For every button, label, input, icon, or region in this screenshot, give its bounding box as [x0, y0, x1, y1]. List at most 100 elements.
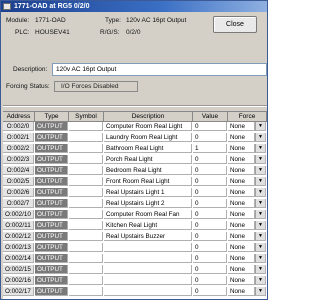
symbol-cell[interactable] — [69, 243, 103, 252]
description-cell[interactable]: Bedroom Real Light — [104, 166, 192, 175]
value-cell[interactable]: 0 — [193, 287, 227, 296]
column-header-type[interactable]: Type — [35, 112, 69, 121]
value-cell[interactable]: 0 — [193, 265, 227, 274]
force-cell[interactable]: None — [228, 254, 255, 263]
description-cell[interactable]: Real Upstairs Buzzer — [104, 232, 192, 241]
address-cell[interactable]: O:002/0 — [3, 122, 34, 131]
address-cell[interactable]: O:002/7 — [3, 199, 34, 208]
symbol-cell[interactable] — [69, 177, 103, 186]
chevron-down-icon[interactable]: ▼ — [255, 199, 266, 208]
symbol-cell[interactable] — [69, 133, 103, 142]
close-button[interactable]: Close — [213, 16, 257, 33]
description-cell[interactable]: Real Upstairs Light 2 — [104, 199, 192, 208]
symbol-cell[interactable] — [69, 188, 103, 197]
chevron-down-icon[interactable]: ▼ — [255, 287, 266, 296]
table-row[interactable]: O:002/5 OUTPUT Front Room Real Light 0 None ▼ — [3, 177, 267, 186]
table-row[interactable]: O:002/2 OUTPUT Bathroom Real Light 1 None ▼ — [3, 144, 267, 153]
symbol-cell[interactable] — [69, 199, 103, 208]
description-cell[interactable]: Laundry Room Real Light — [104, 133, 192, 142]
symbol-cell[interactable] — [69, 166, 103, 175]
value-cell[interactable]: 0 — [193, 254, 227, 263]
address-cell[interactable]: O:002/17 — [3, 287, 34, 296]
symbol-cell[interactable] — [69, 232, 103, 241]
column-header-address[interactable]: Address — [3, 112, 35, 121]
chevron-down-icon[interactable]: ▼ — [255, 133, 266, 142]
force-cell[interactable]: None — [228, 188, 255, 197]
symbol-cell[interactable] — [69, 254, 103, 263]
force-cell[interactable]: None — [228, 265, 255, 274]
chevron-down-icon[interactable]: ▼ — [255, 254, 266, 263]
description-cell[interactable]: Front Room Real Light — [104, 177, 192, 186]
table-row[interactable]: O:002/0 OUTPUT Computer Room Real Light 0 No… — [3, 122, 267, 131]
table-row[interactable]: O:002/14 OUTPUT 0 None ▼ — [3, 254, 267, 263]
table-row[interactable]: O:002/4 OUTPUT Bedroom Real Light 0 None ▼ — [3, 166, 267, 175]
address-cell[interactable]: O:002/11 — [3, 221, 34, 230]
title-bar[interactable]: 1771-OAD at RG5 0/2/0 — [1, 1, 267, 12]
value-cell[interactable]: 1 — [193, 144, 227, 153]
symbol-cell[interactable] — [69, 221, 103, 230]
value-cell[interactable]: 0 — [193, 243, 227, 252]
table-row[interactable]: O:002/3 OUTPUT Porch Real Light 0 None ▼ — [3, 155, 267, 164]
address-cell[interactable]: O:002/13 — [3, 243, 34, 252]
address-cell[interactable]: O:002/14 — [3, 254, 34, 263]
value-cell[interactable]: 0 — [193, 177, 227, 186]
force-cell[interactable]: None — [228, 166, 255, 175]
symbol-cell[interactable] — [69, 122, 103, 131]
table-row[interactable]: O:002/15 OUTPUT 0 None ▼ — [3, 265, 267, 274]
chevron-down-icon[interactable]: ▼ — [255, 221, 266, 230]
address-cell[interactable]: O:002/6 — [3, 188, 34, 197]
force-cell[interactable]: None — [228, 133, 255, 142]
value-cell[interactable]: 0 — [193, 276, 227, 285]
table-row[interactable]: O:002/17 OUTPUT 0 None ▼ — [3, 287, 267, 296]
description-cell[interactable]: Porch Real Light — [104, 155, 192, 164]
force-cell[interactable]: None — [228, 177, 255, 186]
value-cell[interactable]: 0 — [193, 133, 227, 142]
address-cell[interactable]: O:002/12 — [3, 232, 34, 241]
column-header-symbol[interactable]: Symbol — [69, 112, 104, 121]
chevron-down-icon[interactable]: ▼ — [255, 177, 266, 186]
chevron-down-icon[interactable]: ▼ — [255, 155, 266, 164]
description-cell[interactable] — [104, 254, 192, 263]
symbol-cell[interactable] — [69, 287, 103, 296]
chevron-down-icon[interactable]: ▼ — [255, 210, 266, 219]
chevron-down-icon[interactable]: ▼ — [255, 232, 266, 241]
address-cell[interactable]: O:002/4 — [3, 166, 34, 175]
table-row[interactable]: O:002/12 OUTPUT Real Upstairs Buzzer 0 None ▼ — [3, 232, 267, 241]
description-cell[interactable]: Real Upstairs Light 1 — [104, 188, 192, 197]
column-header-value[interactable]: Value — [193, 112, 228, 121]
description-cell[interactable] — [104, 276, 192, 285]
value-cell[interactable]: 0 — [193, 199, 227, 208]
table-row[interactable]: O:002/16 OUTPUT 0 None ▼ — [3, 276, 267, 285]
address-cell[interactable]: O:002/2 — [3, 144, 34, 153]
address-cell[interactable]: O:002/10 — [3, 210, 34, 219]
address-cell[interactable]: O:002/3 — [3, 155, 34, 164]
symbol-cell[interactable] — [69, 144, 103, 153]
table-row[interactable]: O:002/7 OUTPUT Real Upstairs Light 2 0 None ▼ — [3, 199, 267, 208]
description-cell[interactable] — [104, 287, 192, 296]
symbol-cell[interactable] — [69, 155, 103, 164]
value-cell[interactable]: 0 — [193, 166, 227, 175]
force-cell[interactable]: None — [228, 243, 255, 252]
description-cell[interactable] — [104, 243, 192, 252]
force-cell[interactable]: None — [228, 144, 255, 153]
description-cell[interactable]: Computer Room Real Light — [104, 122, 192, 131]
table-row[interactable]: O:002/11 OUTPUT Kitchen Real Light 0 None ▼ — [3, 221, 267, 230]
force-cell[interactable]: None — [228, 155, 255, 164]
description-cell[interactable]: Kitchen Real Light — [104, 221, 192, 230]
force-cell[interactable]: None — [228, 199, 255, 208]
force-cell[interactable]: None — [228, 210, 255, 219]
chevron-down-icon[interactable]: ▼ — [255, 144, 266, 153]
table-row[interactable]: O:002/6 OUTPUT Real Upstairs Light 1 0 None ▼ — [3, 188, 267, 197]
table-row[interactable]: O:002/13 OUTPUT 0 None ▼ — [3, 243, 267, 252]
value-cell[interactable]: 0 — [193, 210, 227, 219]
value-cell[interactable]: 0 — [193, 188, 227, 197]
description-cell[interactable] — [104, 265, 192, 274]
address-cell[interactable]: O:002/1 — [3, 133, 34, 142]
description-cell[interactable]: Computer Room Real Fan — [104, 210, 192, 219]
symbol-cell[interactable] — [69, 210, 103, 219]
symbol-cell[interactable] — [69, 276, 103, 285]
address-cell[interactable]: O:002/5 — [3, 177, 34, 186]
value-cell[interactable]: 0 — [193, 221, 227, 230]
symbol-cell[interactable] — [69, 265, 103, 274]
chevron-down-icon[interactable]: ▼ — [255, 188, 266, 197]
